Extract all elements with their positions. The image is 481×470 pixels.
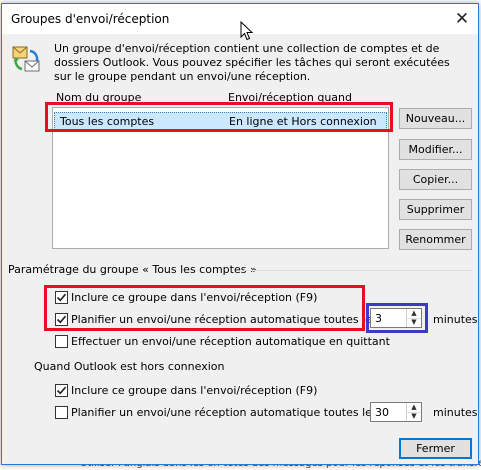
spin-down-arrow-icon[interactable]: ▼ <box>407 412 421 421</box>
checkmark-icon <box>56 386 67 395</box>
column-header-group-name: Nom du groupe <box>56 91 142 104</box>
online-schedule-checkbox[interactable] <box>55 313 68 326</box>
online-include-checkbox[interactable] <box>55 291 68 304</box>
spinner-buttons: ▲ ▼ <box>406 403 421 421</box>
group-name-cell: Tous les comptes <box>60 115 155 128</box>
online-settings-title: Paramétrage du groupe « Tous les comptes… <box>8 263 257 276</box>
section-divider <box>244 270 472 271</box>
close-icon[interactable]: ✕ <box>449 7 475 31</box>
delete-button[interactable]: Supprimer <box>399 199 472 220</box>
spin-down-arrow-icon[interactable]: ▼ <box>407 318 421 327</box>
dialog-title: Groupes d'envoi/réception <box>11 12 170 26</box>
offline-minutes-value: 30 <box>375 406 389 419</box>
send-receive-groups-dialog: Groupes d'envoi/réception ✕ Un groupe d'… <box>1 3 479 465</box>
group-when-cell: En ligne et Hors connexion <box>229 115 377 128</box>
modify-button[interactable]: Modifier... <box>399 139 472 160</box>
on-exit-label: Effectuer un envoi/une réception automat… <box>71 335 390 348</box>
offline-settings-title: Quand Outlook est hors connexion <box>34 360 225 373</box>
on-exit-checkbox[interactable] <box>55 335 68 348</box>
checkmark-icon <box>56 315 67 324</box>
offline-minutes-spinner[interactable]: 30 ▲ ▼ <box>370 402 422 422</box>
checkmark-icon <box>56 293 67 302</box>
spinner-buttons: ▲ ▼ <box>406 309 421 327</box>
close-button[interactable]: Fermer <box>399 438 472 459</box>
list-item[interactable]: Tous les comptes En ligne et Hors connex… <box>54 112 387 130</box>
rename-button[interactable]: Renommer <box>399 229 472 250</box>
online-schedule-label: Planifier un envoi/une réception automat… <box>71 313 378 326</box>
online-minutes-unit: minutes <box>433 313 478 326</box>
copy-button[interactable]: Copier... <box>399 169 472 190</box>
online-minutes-spinner[interactable]: 3 ▲ ▼ <box>370 308 422 328</box>
offline-schedule-checkbox[interactable] <box>55 406 68 419</box>
online-minutes-value: 3 <box>375 312 382 325</box>
groups-list[interactable]: Tous les comptes En ligne et Hors connex… <box>52 107 389 249</box>
mouse-pointer-icon <box>240 21 254 41</box>
offline-schedule-label: Planifier un envoi/une réception automat… <box>71 406 378 419</box>
new-button[interactable]: Nouveau... <box>399 108 472 129</box>
send-receive-icon <box>12 46 40 72</box>
offline-include-checkbox[interactable] <box>55 384 68 397</box>
column-header-send-receive-when: Envoi/réception quand <box>228 91 352 104</box>
online-include-label: Inclure ce groupe dans l'envoi/réception… <box>71 291 318 304</box>
offline-include-label: Inclure ce groupe dans l'envoi/réception… <box>71 384 318 397</box>
offline-minutes-unit: minutes <box>433 406 478 419</box>
dialog-description: Un groupe d'envoi/réception contient une… <box>54 42 450 83</box>
